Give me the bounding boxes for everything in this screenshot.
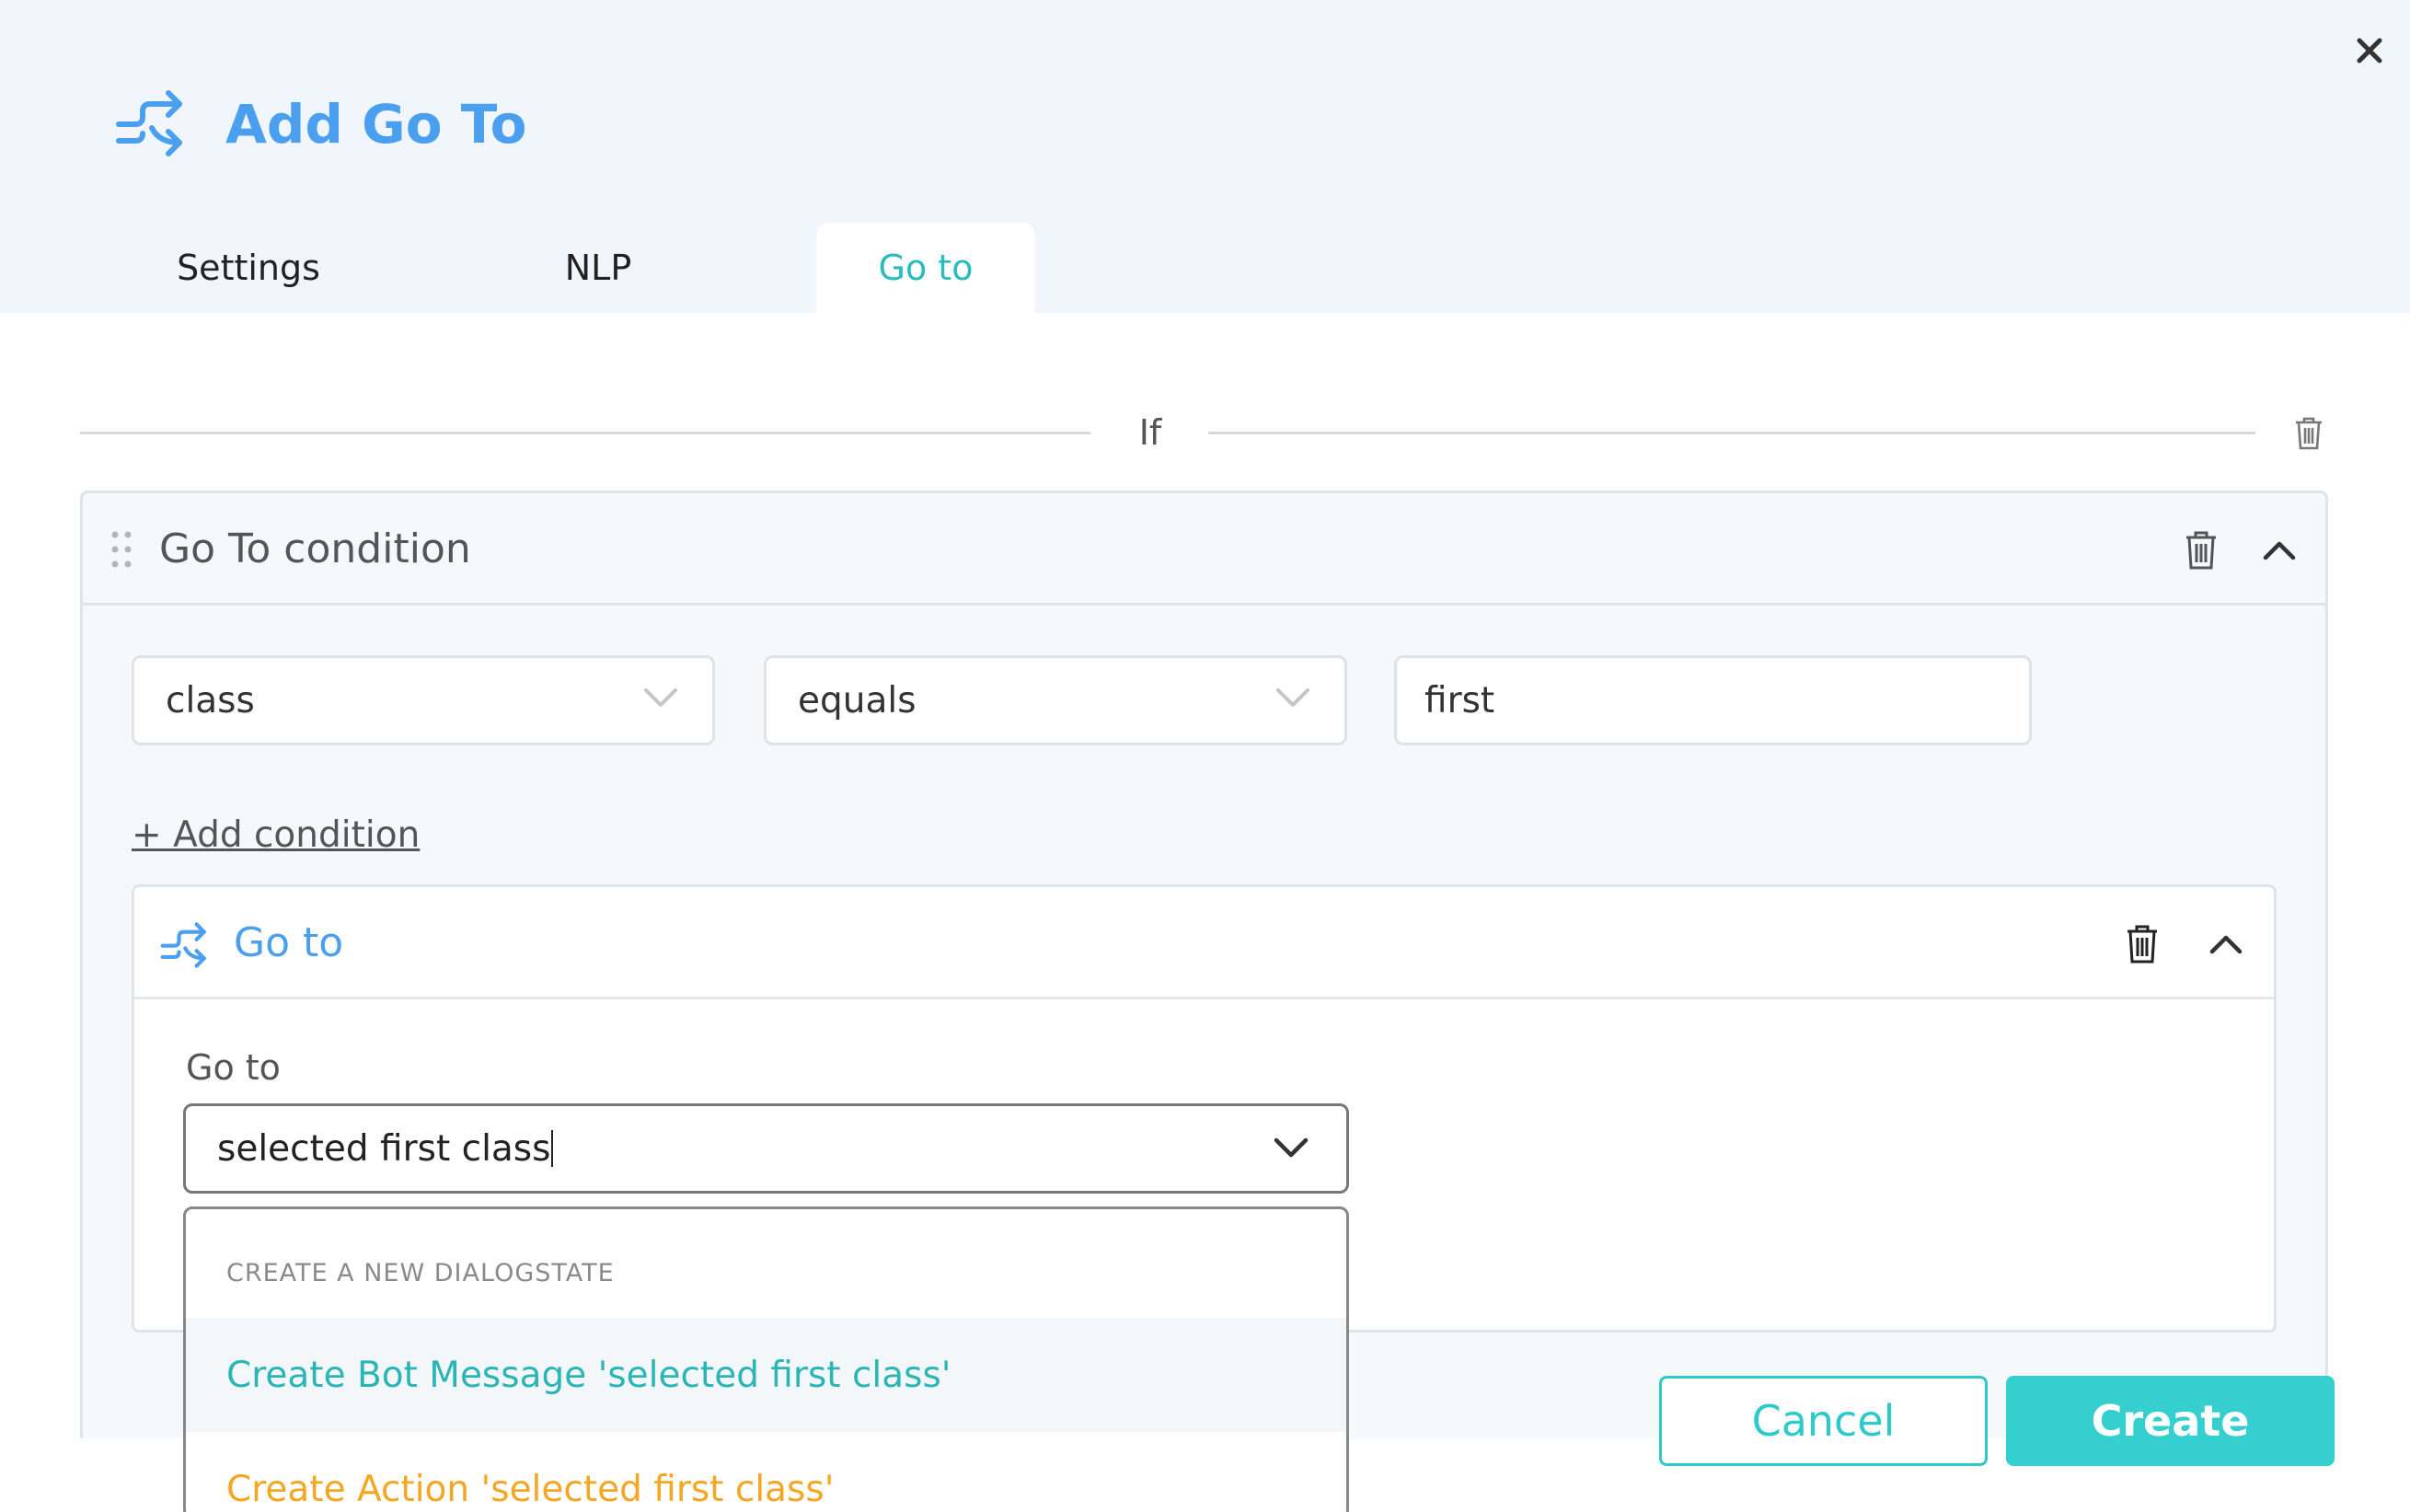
chevron-down-icon <box>1274 1137 1309 1158</box>
close-button[interactable] <box>2347 28 2393 74</box>
add-go-to-dialog: Add Go To Settings NLP Go to If Go To co… <box>0 0 2410 1512</box>
trash-icon <box>2186 531 2216 570</box>
condition-value-text: first <box>1424 679 1495 721</box>
goto-arrows-icon <box>160 922 206 968</box>
condition-field-select[interactable]: class <box>132 655 715 745</box>
delete-go-to-button[interactable] <box>2120 920 2164 968</box>
trash-icon <box>2296 417 2322 450</box>
go-to-title: Go to <box>234 919 344 966</box>
create-button[interactable]: Create <box>2006 1376 2335 1466</box>
if-label: If <box>1138 412 1162 453</box>
go-to-select-input[interactable]: selected first class <box>183 1103 1349 1194</box>
chevron-down-icon <box>1276 688 1309 707</box>
delete-condition-button[interactable] <box>2179 526 2223 574</box>
dialog-header: Add Go To Settings NLP Go to <box>0 0 2410 313</box>
create-action-option[interactable]: Create Action 'selected first class' <box>186 1432 1346 1512</box>
go-to-field-label: Go to <box>186 1047 281 1088</box>
drag-handle-icon[interactable] <box>110 530 133 569</box>
text-caret <box>551 1130 554 1167</box>
go-to-dropdown-menu: CREATE A NEW DIALOGSTATE Create Bot Mess… <box>183 1206 1349 1512</box>
tab-settings[interactable]: Settings <box>129 223 368 313</box>
condition-operator-select[interactable]: equals <box>764 655 1347 745</box>
tab-go-to[interactable]: Go to <box>816 223 1035 313</box>
close-icon <box>2357 38 2382 63</box>
go-to-header: Go to <box>134 887 2274 999</box>
chevron-down-icon <box>644 688 677 707</box>
tab-nlp[interactable]: NLP <box>497 223 699 313</box>
dialog-title: Add Go To <box>225 93 527 156</box>
collapse-go-to-button[interactable] <box>2203 924 2249 964</box>
chevron-up-icon <box>2209 935 2243 954</box>
add-condition-link[interactable]: + Add condition <box>132 810 420 861</box>
goto-arrows-icon <box>116 90 182 156</box>
create-bot-message-option[interactable]: Create Bot Message 'selected first class… <box>186 1318 1346 1432</box>
delete-if-button[interactable] <box>2288 410 2330 456</box>
condition-header: Go To condition <box>83 493 2325 606</box>
chevron-up-icon <box>2263 541 2296 560</box>
dropdown-section-label: CREATE A NEW DIALOGSTATE <box>226 1259 615 1287</box>
if-divider-right <box>1208 432 2255 434</box>
cancel-button[interactable]: Cancel <box>1659 1376 1988 1466</box>
condition-title: Go To condition <box>159 525 471 572</box>
condition-field-value: class <box>166 679 255 721</box>
collapse-condition-button[interactable] <box>2256 530 2302 571</box>
condition-value-input[interactable]: first <box>1394 655 2032 745</box>
go-to-input-value: selected first class <box>217 1127 551 1170</box>
trash-icon <box>2127 925 2157 964</box>
if-divider-left <box>80 432 1090 434</box>
condition-operator-value: equals <box>798 679 917 721</box>
